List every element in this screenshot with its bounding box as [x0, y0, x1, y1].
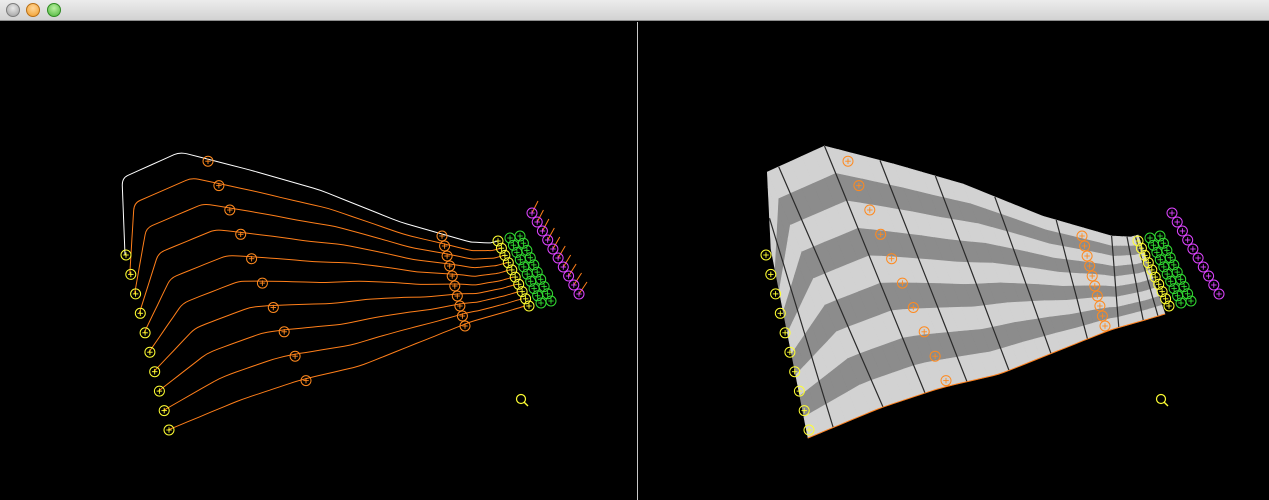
- control-point-icon[interactable]: [765, 268, 777, 280]
- control-point-icon[interactable]: [1166, 207, 1178, 219]
- maximize-button[interactable]: [47, 3, 61, 17]
- surface-patch: [1090, 262, 1105, 276]
- magnifier-icon[interactable]: [515, 393, 529, 407]
- control-point-icon[interactable]: [289, 350, 301, 362]
- control-point-icon[interactable]: [300, 375, 312, 387]
- control-point-icon[interactable]: [1203, 270, 1215, 282]
- control-point-icon[interactable]: [451, 290, 463, 302]
- control-point-icon[interactable]: [568, 279, 580, 291]
- control-point-icon[interactable]: [563, 270, 575, 282]
- app-window: [0, 0, 1269, 500]
- control-point-icon[interactable]: [202, 155, 214, 167]
- control-point-icon[interactable]: [1187, 243, 1199, 255]
- control-point-icon[interactable]: [1176, 225, 1188, 237]
- control-point-icon[interactable]: [526, 207, 538, 219]
- control-point-icon[interactable]: [573, 288, 585, 300]
- wireframe-viewport[interactable]: [0, 22, 637, 500]
- control-point-icon[interactable]: [120, 249, 132, 261]
- tangent-line: [547, 227, 555, 241]
- tangent-line: [552, 236, 561, 250]
- close-button[interactable]: [6, 3, 20, 17]
- control-point-icon[interactable]: [536, 225, 548, 237]
- control-point-icon[interactable]: [446, 270, 458, 282]
- control-point-icon[interactable]: [1192, 252, 1204, 264]
- surface-patch: [1102, 264, 1116, 278]
- control-point-icon[interactable]: [1182, 234, 1194, 246]
- control-point-icon[interactable]: [459, 320, 471, 332]
- control-point-icon[interactable]: [531, 216, 543, 228]
- control-point-icon[interactable]: [444, 260, 456, 272]
- control-point-icon[interactable]: [454, 300, 466, 312]
- minimize-button[interactable]: [26, 3, 40, 17]
- control-point-icon[interactable]: [163, 424, 175, 436]
- tangent-line: [578, 281, 588, 295]
- magnifier-icon[interactable]: [1155, 393, 1169, 407]
- tangent-line: [568, 263, 577, 277]
- control-point-icon[interactable]: [770, 288, 782, 300]
- control-point-icon[interactable]: [439, 240, 451, 252]
- tangent-line: [557, 245, 566, 259]
- control-point-icon[interactable]: [246, 253, 258, 265]
- title-bar[interactable]: [0, 0, 1269, 21]
- control-point-icon[interactable]: [552, 252, 564, 264]
- control-point-icon[interactable]: [149, 366, 161, 378]
- surface-patch: [1107, 296, 1118, 308]
- control-point-icon[interactable]: [1171, 216, 1183, 228]
- control-point-icon[interactable]: [557, 261, 569, 273]
- wireframe-canvas[interactable]: [0, 22, 637, 500]
- control-point-icon[interactable]: [153, 385, 165, 397]
- surface-canvas[interactable]: [638, 22, 1269, 500]
- control-point-icon[interactable]: [267, 302, 279, 313]
- surface-viewport[interactable]: [638, 22, 1269, 500]
- control-point-icon[interactable]: [456, 310, 468, 322]
- section-curve: [138, 229, 508, 314]
- control-point-icon[interactable]: [256, 277, 268, 289]
- tangent-line: [536, 209, 544, 223]
- control-point-icon[interactable]: [1208, 279, 1220, 291]
- control-point-icon[interactable]: [224, 204, 236, 216]
- control-points-layer[interactable]: [120, 155, 585, 436]
- tangent-line: [562, 254, 572, 268]
- control-point-icon[interactable]: [144, 346, 156, 358]
- control-point-icon[interactable]: [158, 405, 170, 417]
- section-curve: [129, 178, 502, 275]
- control-point-icon[interactable]: [1197, 261, 1209, 273]
- control-point-icon[interactable]: [449, 280, 461, 292]
- control-point-icon[interactable]: [139, 327, 151, 339]
- control-point-icon[interactable]: [436, 230, 448, 242]
- surface-patch: [1108, 306, 1119, 319]
- tangent-line: [573, 272, 582, 286]
- surface-patch: [1105, 285, 1117, 298]
- control-point-icon[interactable]: [760, 249, 772, 261]
- control-point-icon[interactable]: [235, 228, 247, 240]
- control-point-icon[interactable]: [1213, 288, 1225, 300]
- tangent-line: [542, 218, 550, 232]
- section-curve: [167, 305, 526, 431]
- control-point-icon[interactable]: [125, 268, 137, 280]
- control-point-icon[interactable]: [278, 326, 290, 338]
- control-point-icon[interactable]: [441, 250, 453, 262]
- surface-patch: [1104, 274, 1116, 288]
- control-point-icon[interactable]: [547, 243, 559, 255]
- control-point-icon[interactable]: [542, 234, 554, 246]
- section-curve: [162, 298, 523, 412]
- shaded-surface: [766, 145, 1166, 439]
- control-point-icon[interactable]: [213, 180, 225, 192]
